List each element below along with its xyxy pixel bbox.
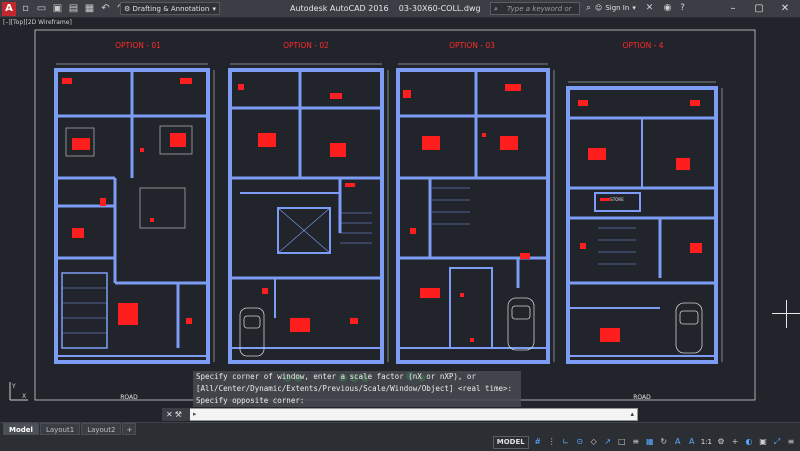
help-icon[interactable]: ? (676, 2, 689, 15)
car-option-4 (675, 302, 703, 354)
undo-icon[interactable]: ↶ (99, 2, 112, 15)
save-as-icon[interactable]: ▤ (67, 2, 80, 15)
lineweight-icon[interactable]: ≡ (631, 437, 641, 447)
dimension-lines (56, 63, 723, 362)
command-history-line: Specify corner of window, enter a scale … (193, 371, 521, 383)
ortho-icon[interactable]: ∟ (561, 437, 571, 447)
polar-tracking-icon[interactable]: ⊙ (575, 437, 585, 447)
document-title: Autodesk AutoCAD 2016 03-30X60-COLL.dwg (290, 2, 481, 15)
option-title-2: OPTION - 02 (283, 41, 329, 50)
grid-icon[interactable]: # (533, 437, 543, 447)
transparency-icon[interactable]: ▦ (645, 437, 655, 447)
open-folder-icon[interactable]: ▭ (35, 2, 48, 15)
drawing-viewport[interactable]: [–][Top][2D Wireframe] OPTION - 01 OPTIO… (0, 18, 800, 421)
title-bar: A ▫ ▭ ▣ ▤ ▦ ↶ ↷ ▾ ⚙ Drafting & Annotatio… (0, 0, 800, 26)
gear-icon: ⚙ (124, 5, 131, 13)
tab-layout1[interactable]: Layout1 (39, 423, 81, 435)
isolate-objects-icon[interactable]: ◐ (744, 437, 754, 447)
drawing-frame (34, 29, 756, 401)
store-label: STORE (610, 197, 624, 202)
command-history-line: Specify opposite corner: (193, 395, 521, 407)
road-label-1: ROAD (120, 394, 138, 401)
annotation-visibility-icon[interactable]: A (673, 437, 683, 447)
close-icon[interactable]: ✕ (166, 410, 173, 419)
snap-icon[interactable]: ⋮ (547, 437, 557, 447)
add-layout-icon[interactable]: + (122, 423, 137, 435)
option-title-1: OPTION - 01 (115, 41, 161, 50)
chevron-up-icon[interactable]: ▴ (630, 409, 634, 420)
search-input[interactable]: ⌕ Type a keyword or phrase (490, 2, 580, 26)
save-icon[interactable]: ▣ (51, 2, 64, 15)
gear-icon[interactable]: ⚙ (716, 437, 726, 447)
car-option-3 (507, 297, 535, 351)
command-history: Specify corner of window, enter a scale … (193, 371, 521, 407)
model-space-button[interactable]: MODEL (492, 435, 529, 449)
search-icon[interactable]: ⌕ (582, 2, 595, 15)
app-name: Autodesk AutoCAD 2016 (290, 4, 389, 13)
workspace-label: Drafting & Annotation (132, 5, 210, 13)
sign-in-label: Sign In (605, 4, 630, 12)
annotation-scale[interactable]: 1:1 (701, 438, 712, 446)
plus-icon[interactable]: + (730, 437, 740, 447)
tab-model[interactable]: Model (3, 423, 39, 435)
road-label-4: ROAD (633, 394, 651, 401)
file-name: 03-30X60-COLL.dwg (398, 4, 481, 13)
user-icon: ☺ (595, 4, 603, 12)
option-title-4: OPTION - 4 (623, 41, 664, 50)
furniture-option-3 (403, 84, 530, 342)
status-bar: Model Layout1 Layout2 + MODEL # ⋮ ∟ ⊙ ◇ … (0, 422, 800, 451)
object-snap-tracking-icon[interactable]: ↗ (603, 437, 613, 447)
floor-plan-option-3 (396, 68, 550, 364)
application-menu-button[interactable]: A (2, 1, 16, 16)
wrench-icon[interactable]: ⚒ (175, 410, 182, 419)
crosshair-cursor-vertical (786, 300, 787, 328)
chevron-down-icon: ▾ (212, 5, 216, 13)
auto-scale-icon[interactable]: A (687, 437, 697, 447)
command-input[interactable] (203, 409, 623, 420)
svg-text:Y: Y (11, 383, 16, 390)
floor-plan-option-4 (566, 86, 718, 364)
layout-tabs: Model Layout1 Layout2 + (3, 423, 137, 435)
hardware-acceleration-icon[interactable]: ▣ (758, 437, 768, 447)
status-toggles: MODEL # ⋮ ∟ ⊙ ◇ ↗ □ ≡ ▦ ↻ A A 1:1 ⚙ + ◐ … (492, 435, 796, 449)
selection-cycling-icon[interactable]: ↻ (659, 437, 669, 447)
ucs-icon: Y X (9, 382, 28, 401)
command-line[interactable]: ✕ ⚒ ▸ ▴ (162, 408, 638, 421)
maximize-button[interactable]: ▢ (746, 0, 772, 17)
workspace-selector[interactable]: ⚙ Drafting & Annotation ▾ (120, 2, 220, 15)
floor-plan-drawing: OPTION - 01 OPTION - 02 OPTION - 03 OPTI… (34, 29, 756, 401)
furniture-option-4 (578, 100, 702, 342)
close-button[interactable]: ✕ (772, 0, 798, 17)
object-snap-icon[interactable]: □ (617, 437, 627, 447)
binoculars-icon: ⌕ (494, 5, 498, 13)
svg-text:X: X (22, 393, 26, 400)
tab-layout2[interactable]: Layout2 (81, 423, 122, 435)
customization-menu-icon[interactable]: ≡ (786, 437, 796, 447)
command-line-buttons: ✕ ⚒ (162, 408, 190, 421)
chevron-down-icon: ▾ (632, 4, 636, 12)
command-prompt-icon: ▸ (193, 410, 197, 418)
a360-icon[interactable]: ◉ (661, 2, 674, 15)
new-file-icon[interactable]: ▫ (19, 2, 32, 15)
plot-icon[interactable]: ▦ (83, 2, 96, 15)
minimize-button[interactable]: – (720, 0, 746, 17)
isodraft-icon[interactable]: ◇ (589, 437, 599, 447)
option-title-3: OPTION - 03 (449, 41, 495, 50)
exchange-apps-icon[interactable]: ✕ (643, 2, 656, 15)
command-history-line: [All/Center/Dynamic/Extents/Previous/Sca… (193, 383, 521, 395)
sign-in-button[interactable]: ☺ Sign In ▾ (595, 2, 636, 15)
clean-screen-icon[interactable]: ⤢ (772, 437, 782, 447)
